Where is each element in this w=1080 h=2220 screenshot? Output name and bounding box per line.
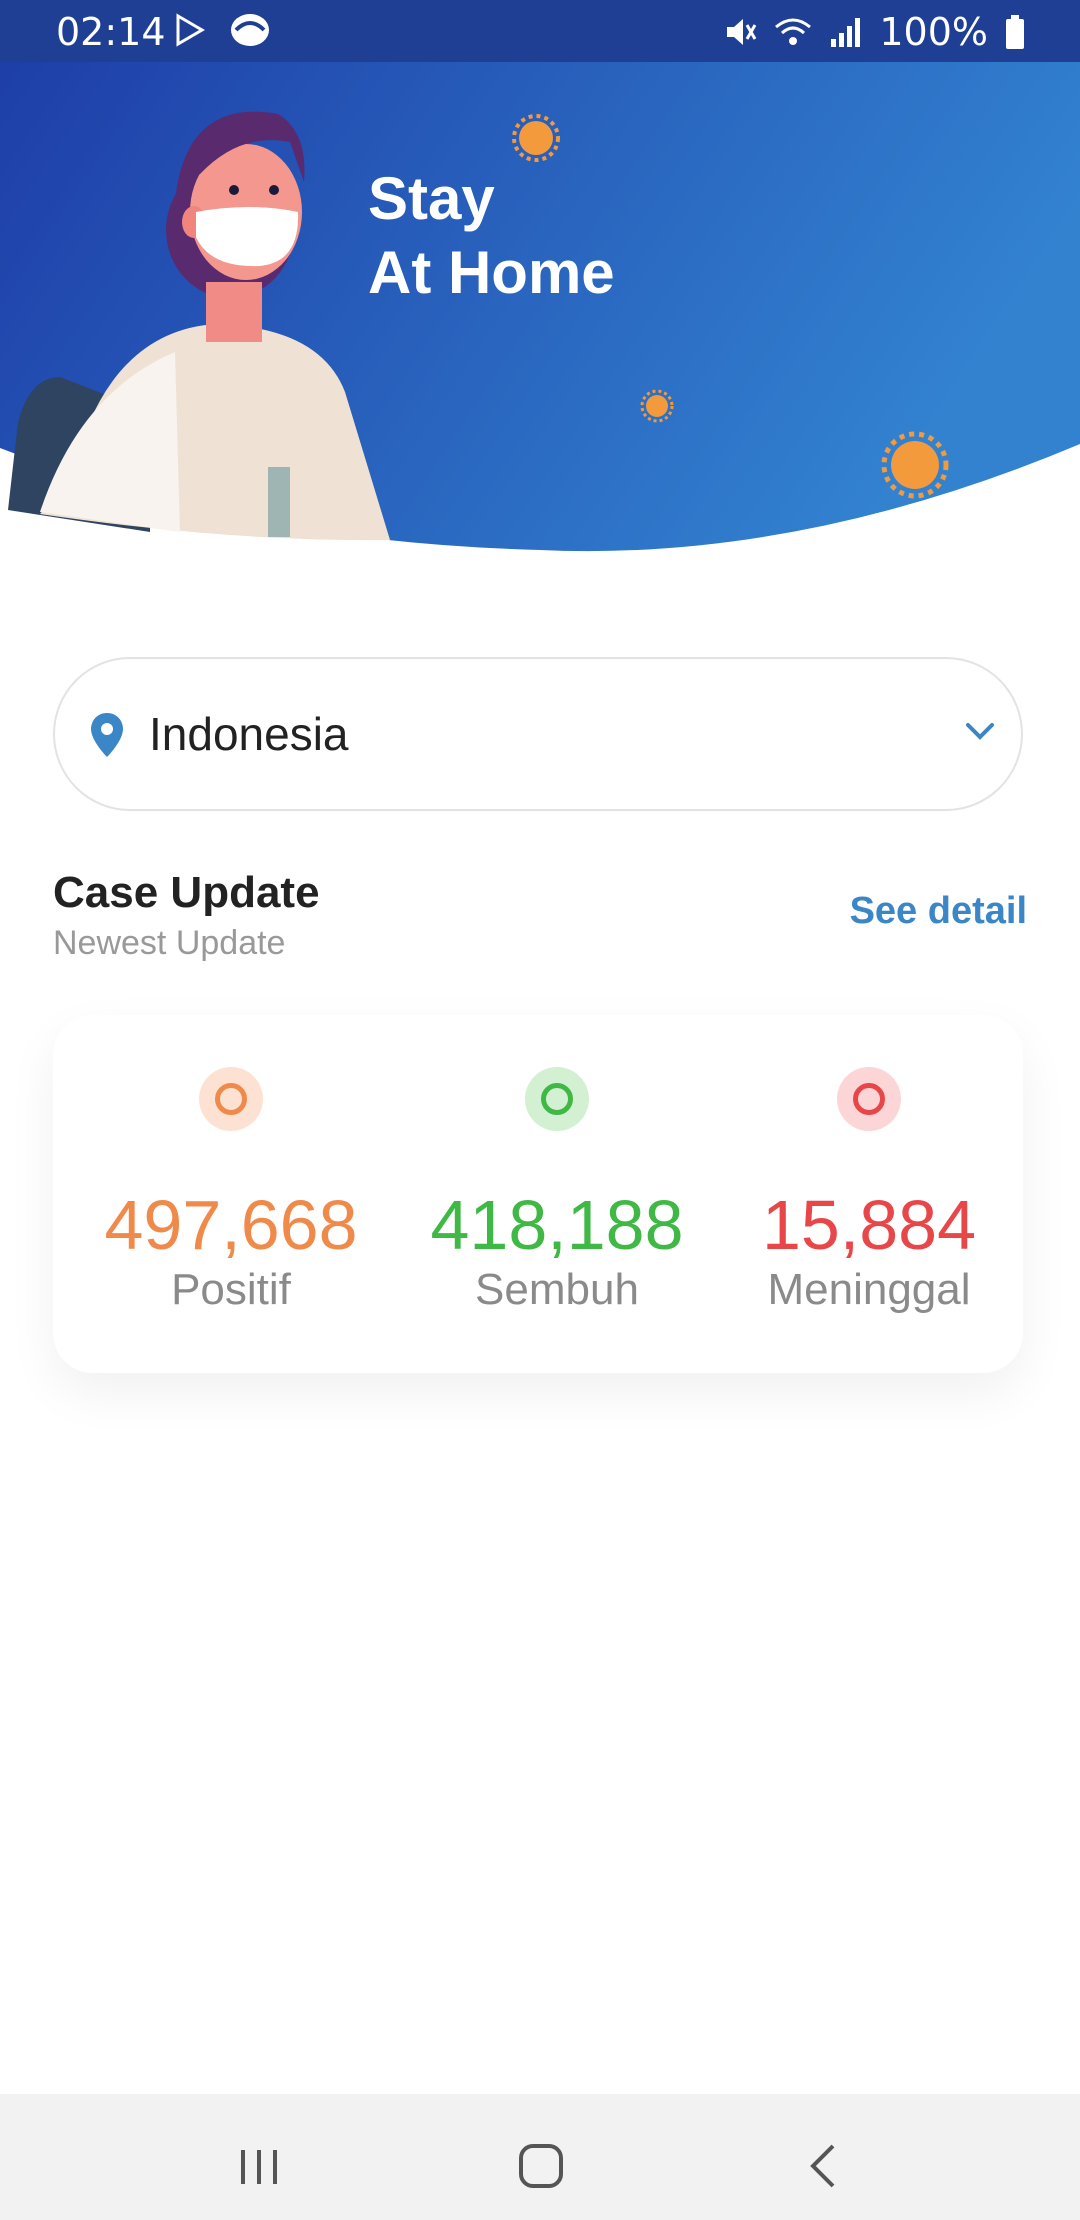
battery-percent: 100% (879, 10, 988, 54)
back-icon (810, 2144, 835, 2188)
wifi-icon (773, 15, 813, 49)
back-button[interactable] (788, 2136, 858, 2196)
stat-label: Meninggal (767, 1265, 971, 1314)
home-button[interactable] (506, 2136, 576, 2196)
home-icon (519, 2144, 563, 2188)
country-dropdown-value: Indonesia (149, 708, 349, 760)
play-store-icon (172, 13, 206, 47)
chevron-down-icon (963, 719, 997, 748)
stat-label: Positif (171, 1265, 291, 1314)
stat-positif: 497,668 Positif (81, 1015, 381, 1373)
case-update-title: Case Update (53, 868, 320, 917)
signal-icon (829, 15, 863, 49)
status-bar: 02:14 100% (0, 0, 1080, 62)
country-dropdown[interactable]: Indonesia (53, 657, 1023, 811)
case-update-subtitle: Newest Update (53, 924, 286, 962)
location-pin-icon (89, 711, 125, 764)
stat-value: 15,884 (761, 1186, 977, 1264)
status-left-icons (172, 10, 272, 50)
stats-card: 497,668 Positif 418,188 Sembuh 15,884 Me… (53, 1015, 1023, 1373)
stat-value: 497,668 (104, 1186, 358, 1264)
header-title: Stay At Home (368, 162, 615, 310)
mute-icon (723, 15, 757, 49)
meninggal-indicator-icon (837, 1067, 901, 1131)
battery-icon (1004, 14, 1026, 50)
stat-meninggal: 15,884 Meninggal (719, 1015, 1019, 1373)
status-right: 100% (723, 10, 1026, 54)
system-nav-bar (0, 2094, 1080, 2220)
sembuh-indicator-icon (525, 1067, 589, 1131)
recent-apps-icon (241, 2150, 277, 2184)
stat-value: 418,188 (430, 1186, 684, 1264)
header-illustration (0, 62, 1080, 552)
positif-indicator-icon (199, 1067, 263, 1131)
app-icon (228, 10, 272, 50)
see-detail-link[interactable]: See detail (850, 890, 1027, 933)
recent-apps-button[interactable] (224, 2136, 294, 2196)
stat-label: Sembuh (475, 1265, 639, 1314)
stat-sembuh: 418,188 Sembuh (407, 1015, 707, 1373)
header-banner: Stay At Home (0, 62, 1080, 562)
header-title-line2: At Home (368, 239, 615, 306)
status-time: 02:14 (56, 10, 166, 54)
header-title-line1: Stay (368, 165, 495, 232)
virus-icon-3 (881, 431, 949, 499)
